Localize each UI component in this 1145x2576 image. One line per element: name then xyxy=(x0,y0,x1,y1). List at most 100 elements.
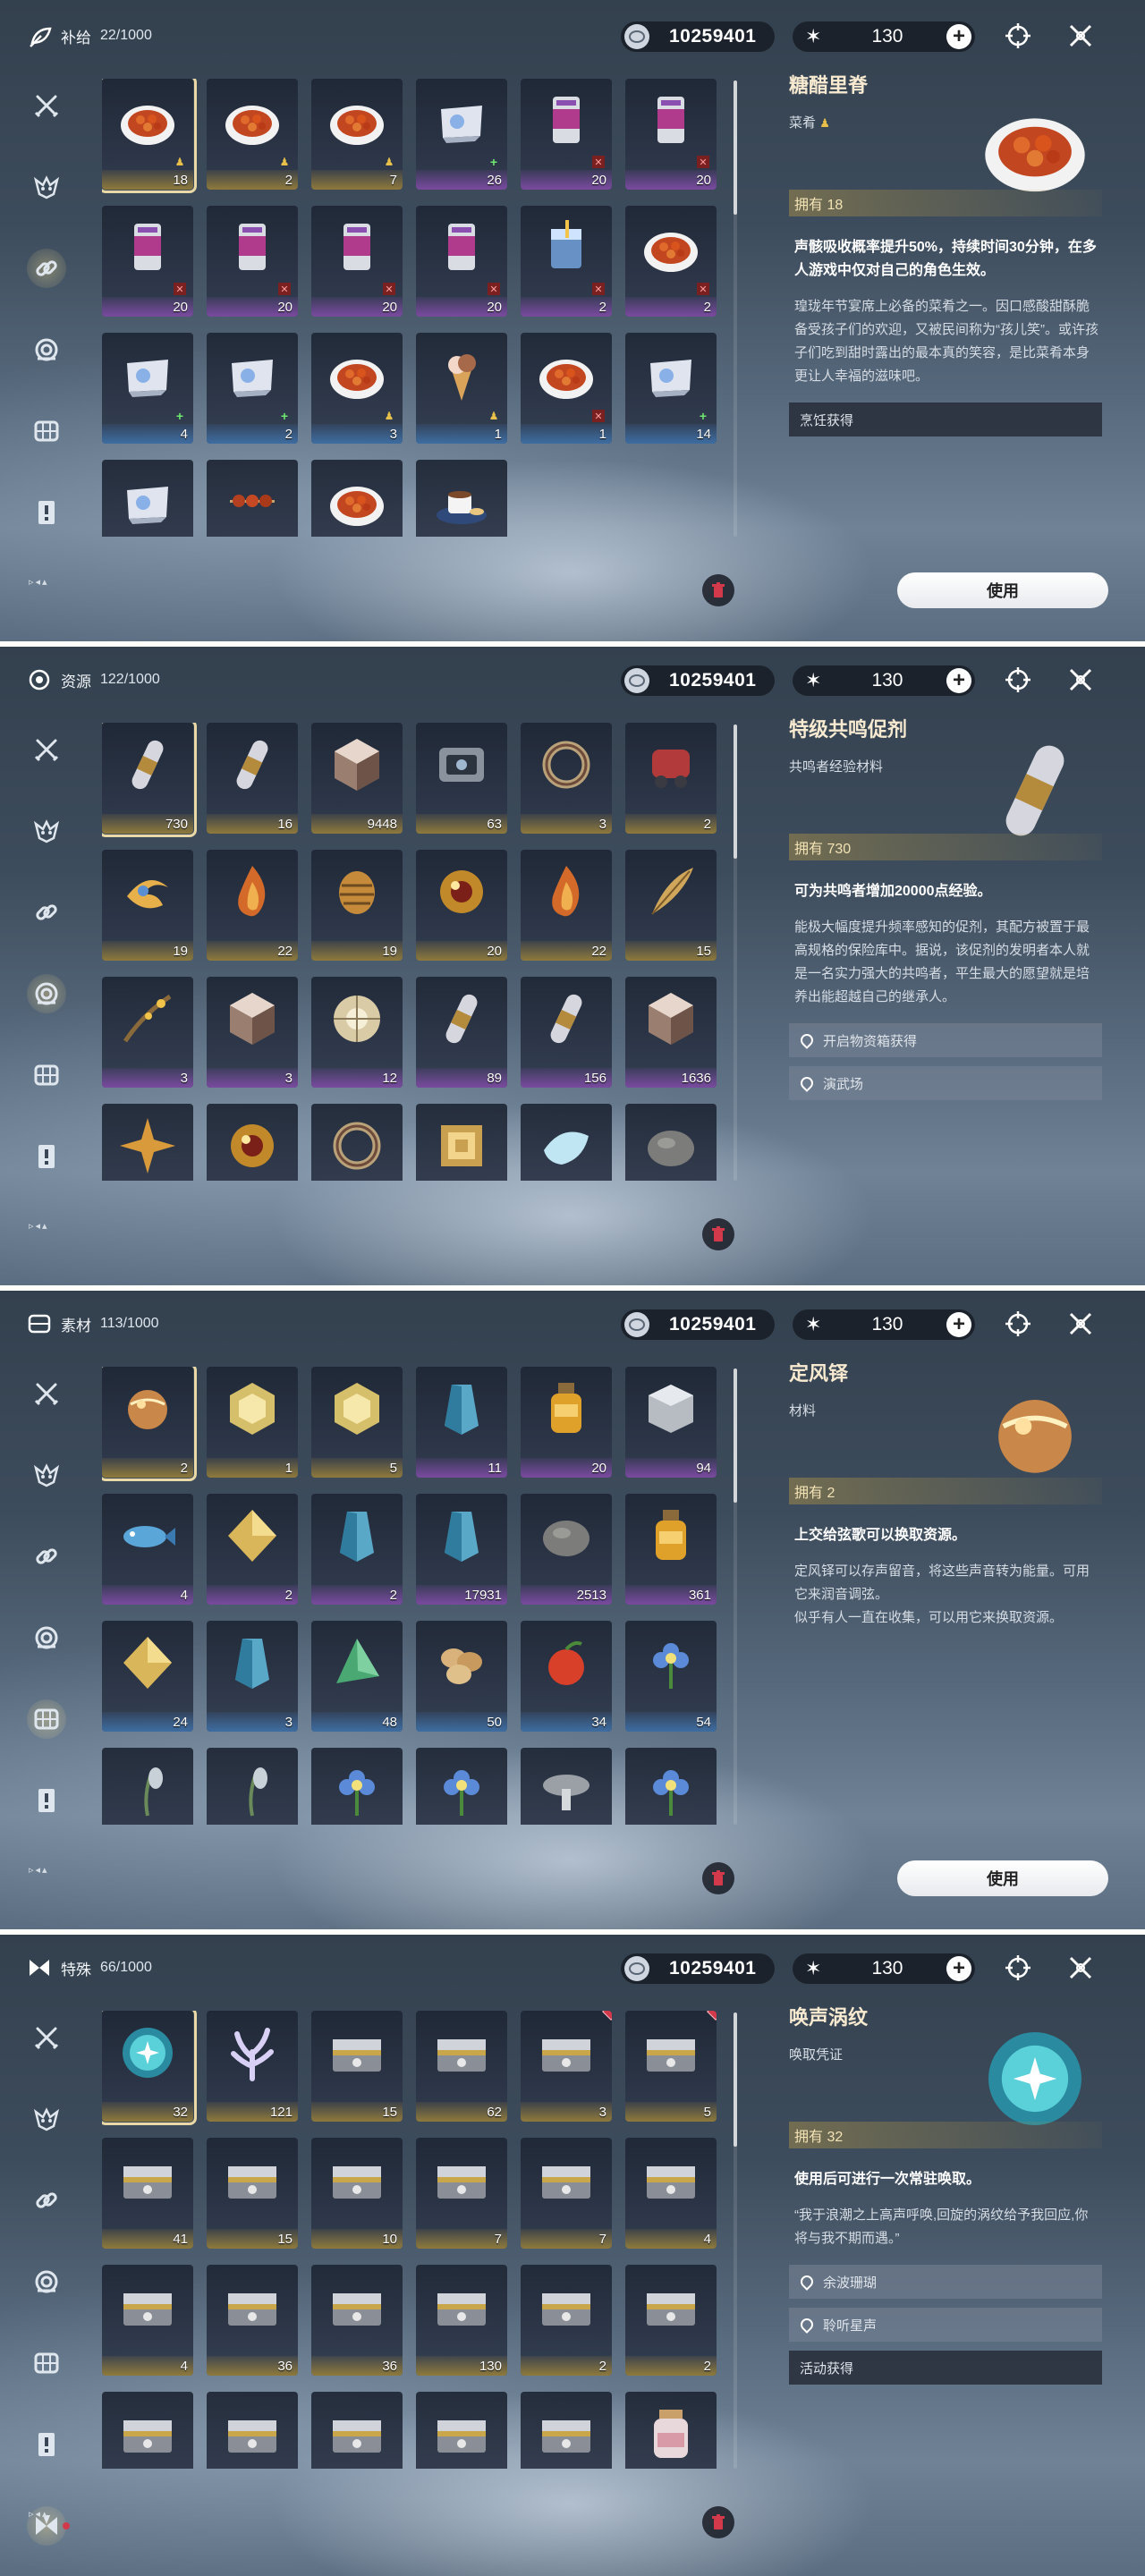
item-slot[interactable]: 32 xyxy=(102,2011,197,2125)
item-slot[interactable]: 15 xyxy=(625,850,717,961)
sidebar-tab-swords[interactable] xyxy=(21,724,72,775)
sidebar-tab-quest-note[interactable] xyxy=(21,1775,72,1826)
discard-button[interactable] xyxy=(702,574,734,606)
sidebar-tab-material-box[interactable] xyxy=(21,406,72,456)
item-slot[interactable]: 36 xyxy=(207,2265,298,2376)
item-slot[interactable]: 41 xyxy=(102,2138,193,2249)
item-slot[interactable] xyxy=(102,1104,193,1181)
item-slot[interactable] xyxy=(207,1104,298,1181)
item-slot[interactable]: 9448 xyxy=(311,723,403,834)
item-slot[interactable]: 121 xyxy=(207,2011,298,2122)
item-slot[interactable]: 3 xyxy=(521,723,612,834)
sidebar-tab-resource-ring[interactable] xyxy=(21,2257,72,2307)
item-slot[interactable]: 1 xyxy=(207,1367,298,1478)
item-slot[interactable]: ✕ 20 xyxy=(625,79,717,190)
grid-scrollbar[interactable] xyxy=(734,1368,737,1825)
add-currency-button[interactable]: + xyxy=(946,1956,971,1981)
item-slot[interactable] xyxy=(625,2392,717,2469)
item-slot[interactable] xyxy=(207,1748,298,1825)
item-slot[interactable] xyxy=(521,2392,612,2469)
item-slot[interactable]: ✕ 2 xyxy=(625,206,717,317)
item-slot[interactable]: ♟ 1 xyxy=(416,333,507,444)
add-currency-button[interactable]: + xyxy=(946,668,971,693)
item-slot[interactable]: 7 xyxy=(416,2138,507,2249)
item-slot[interactable]: 130 xyxy=(416,2265,507,2376)
item-slot[interactable]: 10 xyxy=(311,2138,403,2249)
sidebar-tab-material-box[interactable] xyxy=(21,1694,72,1744)
item-slot[interactable] xyxy=(416,1748,507,1825)
item-slot[interactable]: 19 xyxy=(102,850,193,961)
item-slot[interactable]: 2 xyxy=(521,2265,612,2376)
item-slot[interactable]: 24 xyxy=(102,1621,193,1732)
item-slot[interactable]: 5 xyxy=(625,2011,717,2122)
item-slot[interactable]: ♟ 18 xyxy=(102,79,197,193)
item-slot[interactable]: 2 xyxy=(625,723,717,834)
sidebar-tab-echo-mask[interactable] xyxy=(21,2094,72,2144)
item-slot[interactable]: ♟ 7 xyxy=(311,79,403,190)
close-icon[interactable] xyxy=(1064,1308,1097,1340)
item-slot[interactable]: ✕ 20 xyxy=(207,206,298,317)
item-slot[interactable]: 4 xyxy=(625,2138,717,2249)
item-slot[interactable] xyxy=(521,1104,612,1181)
item-slot[interactable] xyxy=(521,1748,612,1825)
item-slot[interactable]: 16 xyxy=(207,723,298,834)
source-location-link[interactable]: 演武场 xyxy=(789,1066,1102,1100)
item-slot[interactable]: 94 xyxy=(625,1367,717,1478)
item-slot[interactable]: 4 xyxy=(102,1494,193,1605)
item-slot[interactable]: ✕ 2 xyxy=(521,206,612,317)
item-slot[interactable]: 62 xyxy=(416,2011,507,2122)
item-slot[interactable]: 361 xyxy=(625,1494,717,1605)
sidebar-tab-chain-link[interactable] xyxy=(21,243,72,293)
item-slot[interactable]: + 26 xyxy=(416,79,507,190)
sidebar-tab-quest-note[interactable] xyxy=(21,1131,72,1182)
item-slot[interactable]: 17931 xyxy=(416,1494,507,1605)
item-slot[interactable]: ✕ xyxy=(207,460,298,537)
item-slot[interactable]: 89 xyxy=(416,977,507,1088)
item-slot[interactable] xyxy=(416,1104,507,1181)
item-slot[interactable]: 3 xyxy=(102,977,193,1088)
target-icon[interactable] xyxy=(1002,1952,1034,1984)
item-slot[interactable]: 3 xyxy=(207,1621,298,1732)
item-slot[interactable]: 5 xyxy=(311,1367,403,1478)
item-slot[interactable]: 19 xyxy=(311,850,403,961)
item-slot[interactable]: 12 xyxy=(311,977,403,1088)
item-slot[interactable]: ♟ 2 xyxy=(207,79,298,190)
item-slot[interactable]: 48 xyxy=(311,1621,403,1732)
sidebar-tab-swords[interactable] xyxy=(21,80,72,131)
source-location-link[interactable]: 开启物资箱获得 xyxy=(789,1023,1102,1057)
sidebar-tab-echo-mask[interactable] xyxy=(21,1450,72,1500)
grid-scrollbar[interactable] xyxy=(734,2012,737,2469)
discard-button[interactable] xyxy=(702,1862,734,1894)
use-button[interactable]: 使用 xyxy=(897,1860,1108,1896)
item-slot[interactable] xyxy=(311,1104,403,1181)
source-location-link[interactable]: 余波珊瑚 xyxy=(789,2265,1102,2299)
use-button[interactable]: 使用 xyxy=(897,572,1108,608)
item-slot[interactable]: 20 xyxy=(416,850,507,961)
sidebar-tab-resource-ring[interactable] xyxy=(21,969,72,1019)
item-slot[interactable] xyxy=(625,1104,717,1181)
item-slot[interactable]: + xyxy=(102,460,193,537)
item-slot[interactable]: 15 xyxy=(207,2138,298,2249)
item-slot[interactable]: 11 xyxy=(416,1367,507,1478)
sidebar-tab-echo-mask[interactable] xyxy=(21,806,72,856)
scroll-thumb[interactable] xyxy=(734,1368,737,1503)
item-slot[interactable]: ✕ 20 xyxy=(416,206,507,317)
sidebar-tab-quest-note[interactable] xyxy=(21,2419,72,2470)
item-slot[interactable]: 54 xyxy=(625,1621,717,1732)
scroll-thumb[interactable] xyxy=(734,724,737,859)
close-icon[interactable] xyxy=(1064,20,1097,52)
sidebar-tab-material-box[interactable] xyxy=(21,1050,72,1100)
item-slot[interactable] xyxy=(311,2392,403,2469)
item-slot[interactable] xyxy=(311,1748,403,1825)
item-slot[interactable]: 156 xyxy=(521,977,612,1088)
item-slot[interactable]: 3 xyxy=(521,2011,612,2122)
item-slot[interactable]: + 14 xyxy=(625,333,717,444)
scroll-thumb[interactable] xyxy=(734,2012,737,2147)
sidebar-tab-resource-ring[interactable] xyxy=(21,1613,72,1663)
sidebar-tab-echo-mask[interactable] xyxy=(21,162,72,212)
close-icon[interactable] xyxy=(1064,664,1097,696)
item-slot[interactable]: 50 xyxy=(416,1621,507,1732)
sidebar-tab-swords[interactable] xyxy=(21,1368,72,1419)
item-slot[interactable]: 22 xyxy=(207,850,298,961)
item-slot[interactable]: ✕ 20 xyxy=(102,206,193,317)
